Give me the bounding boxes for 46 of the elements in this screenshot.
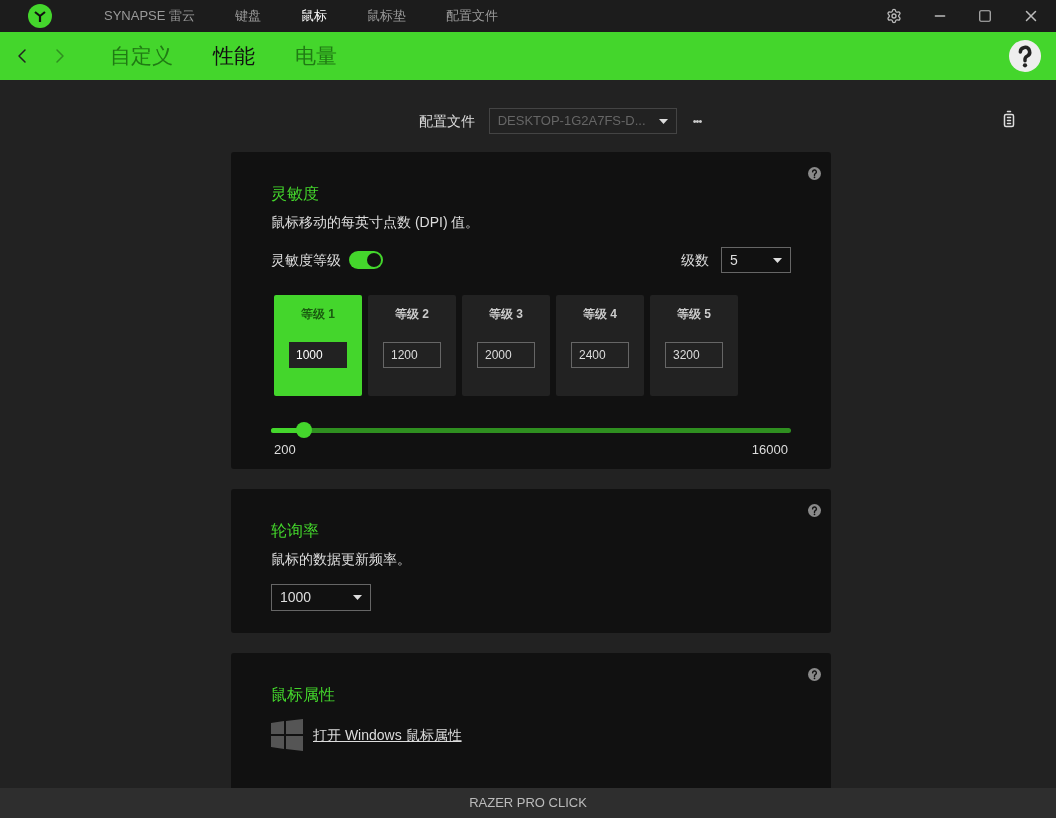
slider-max: 16000: [751, 441, 788, 459]
count-label: 级数: [681, 250, 709, 270]
slider-min: 200: [274, 441, 296, 459]
settings-icon[interactable]: [886, 8, 902, 24]
top-tab[interactable]: 鼠标垫: [367, 6, 407, 26]
stage-label: 等级 4: [583, 306, 617, 323]
section-description: 鼠标的数据更新频率。: [271, 550, 412, 569]
stages-toggle[interactable]: [349, 251, 383, 269]
stage-label: 等级 1: [301, 306, 335, 323]
stage-card[interactable]: 等级 5 3200: [650, 295, 738, 396]
top-tab[interactable]: 键盘: [235, 6, 262, 26]
stage-label: 等级 2: [395, 306, 429, 323]
caret-icon: [658, 118, 668, 124]
stage-label: 等级 3: [489, 306, 523, 323]
caret-icon: [353, 595, 362, 600]
stage-card[interactable]: 等级 4 2400: [556, 295, 644, 396]
stage-card[interactable]: 等级 1 1000: [274, 295, 362, 396]
section-title: 轮询率: [271, 521, 320, 541]
slider-thumb[interactable]: [296, 422, 313, 438]
dpi-input[interactable]: 3200: [665, 342, 723, 368]
stage-label: 等级 5: [677, 306, 711, 323]
stages-label: 灵敏度等级: [271, 250, 341, 270]
more-button[interactable]: •••: [692, 112, 702, 130]
sub-tab[interactable]: 性能: [213, 40, 255, 72]
polling-dropdown[interactable]: 1000: [271, 584, 371, 611]
maximize-icon[interactable]: [978, 9, 992, 23]
count-dropdown[interactable]: 5: [721, 247, 791, 273]
dpi-input[interactable]: 1200: [383, 342, 441, 368]
profile-label: 配置文件: [418, 111, 475, 131]
top-tab[interactable]: 配置文件: [446, 6, 499, 26]
windows-logo-icon: [271, 719, 303, 751]
dpi-input[interactable]: 1000: [289, 342, 347, 368]
help-icon[interactable]: [1009, 40, 1041, 72]
dpi-input[interactable]: 2400: [571, 342, 629, 368]
section-description: 鼠标移动的每英寸点数 (DPI) 值。: [271, 213, 481, 232]
top-tab[interactable]: SYNAPSE 雷云: [104, 6, 196, 26]
caret-icon: [773, 257, 782, 263]
stage-card[interactable]: 等级 2 1200: [368, 295, 456, 396]
top-tab[interactable]: 鼠标: [301, 6, 328, 26]
stage-card[interactable]: 等级 3 2000: [462, 295, 550, 396]
windows-mouse-properties-link[interactable]: 打开 Windows 鼠标属性: [313, 724, 462, 746]
dpi-input[interactable]: 2000: [477, 342, 535, 368]
section-title: 鼠标属性: [271, 685, 336, 705]
section-title: 灵敏度: [271, 184, 320, 204]
razer-logo-icon[interactable]: [28, 4, 52, 28]
device-name: RAZER PRO CLICK: [469, 794, 587, 813]
